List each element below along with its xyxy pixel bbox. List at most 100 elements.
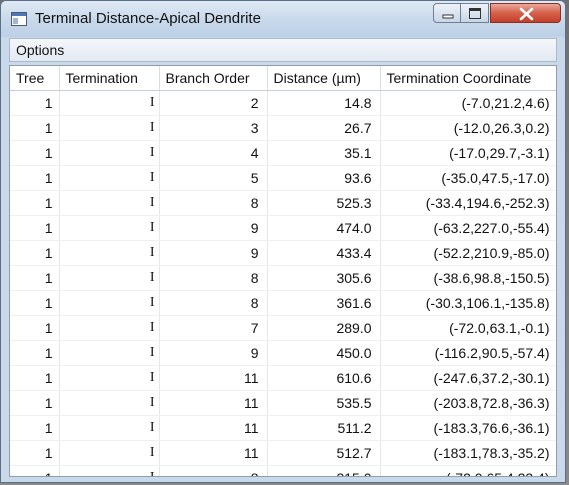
cell-tree: 1 (10, 140, 60, 166)
cell-branch-order: 7 (159, 315, 268, 341)
cell-distance: 93.6 (267, 165, 381, 191)
terminal-distance-table[interactable]: Tree Termination Branch Order Distance (… (9, 65, 557, 477)
close-icon (519, 7, 534, 21)
terminal-distance-window: Terminal Distance-Apical Dendrite Option… (0, 0, 566, 483)
cell-termination-coordinate: (-17.0,29.7,-3.1) (380, 140, 556, 166)
title-bar[interactable]: Terminal Distance-Apical Dendrite (1, 1, 565, 37)
table-row[interactable]: 1 I 11 512.7 (-183.1,78.3,-35.2) (10, 440, 556, 466)
table-row[interactable]: 1 I 7 289.0 (-72.0,63.1,-0.1) (10, 315, 556, 341)
cell-tree: 1 (10, 340, 60, 366)
table-row[interactable]: 1I8315.0(-72.0,65.4,23.4) (10, 465, 556, 476)
cell-termination: I (59, 390, 160, 416)
cell-distance: 511.2 (267, 415, 381, 441)
cell-branch-order: 8 (159, 465, 268, 476)
cell-tree: 1 (10, 240, 60, 266)
cell-distance: 610.6 (267, 365, 381, 391)
cell-branch-order: 8 (159, 190, 268, 216)
column-header-distance[interactable]: Distance (µm) (267, 66, 381, 91)
table-row[interactable]: 1 I 8 525.3 (-33.4,194.6,-252.3) (10, 190, 556, 216)
cell-tree: 1 (10, 415, 60, 441)
table-header-row: Tree Termination Branch Order Distance (… (10, 66, 556, 91)
minimize-icon (442, 14, 454, 19)
table-row[interactable]: 1 I 9 450.0 (-116.2,90.5,-57.4) (10, 340, 556, 366)
cell-termination-coordinate: (-38.6,98.8,-150.5) (380, 265, 556, 291)
cell-termination: I (59, 190, 160, 216)
cell-tree: 1 (10, 390, 60, 416)
cell-termination-coordinate: (-7.0,21.2,4.6) (380, 90, 556, 116)
maximize-icon (469, 8, 481, 19)
cell-branch-order: 8 (159, 265, 268, 291)
table-row[interactable]: 1 I 8 305.6 (-38.6,98.8,-150.5) (10, 265, 556, 291)
cell-tree: 1 (10, 315, 60, 341)
cell-termination-coordinate: (-52.2,210.9,-85.0) (380, 240, 556, 266)
table-row[interactable]: 1 I 11 511.2 (-183.3,76.6,-36.1) (10, 415, 556, 441)
window-title: Terminal Distance-Apical Dendrite (35, 10, 261, 27)
cell-termination-coordinate: (-116.2,90.5,-57.4) (380, 340, 556, 366)
column-header-tree[interactable]: Tree (10, 66, 60, 91)
cell-termination-coordinate: (-203.8,72.8,-36.3) (380, 390, 556, 416)
cell-distance: 305.6 (267, 265, 381, 291)
cell-termination-coordinate: (-247.6,37.2,-30.1) (380, 365, 556, 391)
cell-distance: 512.7 (267, 440, 381, 466)
column-header-branch-order[interactable]: Branch Order (159, 66, 268, 91)
table-row[interactable]: 1 I 9 474.0 (-63.2,227.0,-55.4) (10, 215, 556, 241)
cell-distance: 525.3 (267, 190, 381, 216)
cell-termination-coordinate: (-72.0,63.1,-0.1) (380, 315, 556, 341)
table-row[interactable]: 1 I 8 361.6 (-30.3,106.1,-135.8) (10, 290, 556, 316)
cell-termination-coordinate: (-35.0,47.5,-17.0) (380, 165, 556, 191)
table-row[interactable]: 1 I 11 535.5 (-203.8,72.8,-36.3) (10, 390, 556, 416)
cell-tree: 1 (10, 290, 60, 316)
cell-termination: I (59, 440, 160, 466)
cell-branch-order: 4 (159, 140, 268, 166)
cell-distance: 315.0 (267, 465, 381, 476)
cell-tree: 1 (10, 115, 60, 141)
cell-tree: 1 (10, 190, 60, 216)
cell-termination: I (59, 265, 160, 291)
table-row[interactable]: 1 I 5 93.6 (-35.0,47.5,-17.0) (10, 165, 556, 191)
cell-termination-coordinate: (-183.3,76.6,-36.1) (380, 415, 556, 441)
column-header-termination[interactable]: Termination (59, 66, 160, 91)
cell-distance: 361.6 (267, 290, 381, 316)
cell-branch-order: 11 (159, 390, 268, 416)
cell-termination: I (59, 240, 160, 266)
cell-distance: 474.0 (267, 215, 381, 241)
close-button[interactable] (490, 3, 561, 23)
table-row[interactable]: 1 I 11 610.6 (-247.6,37.2,-30.1) (10, 365, 556, 391)
table-row[interactable]: 1 I 3 26.7 (-12.0,26.3,0.2) (10, 115, 556, 141)
cell-branch-order: 8 (159, 290, 268, 316)
cell-branch-order: 5 (159, 165, 268, 191)
cell-termination: I (59, 415, 160, 441)
cell-tree: 1 (10, 215, 60, 241)
table-row[interactable]: 1 I 2 14.8 (-7.0,21.2,4.6) (10, 90, 556, 116)
cell-distance: 26.7 (267, 115, 381, 141)
minimize-button[interactable] (433, 3, 461, 23)
cell-termination: I (59, 465, 160, 476)
cell-distance: 35.1 (267, 140, 381, 166)
cell-branch-order: 11 (159, 415, 268, 441)
cell-distance: 535.5 (267, 390, 381, 416)
cell-termination: I (59, 115, 160, 141)
maximize-button[interactable] (461, 3, 489, 23)
cell-distance: 433.4 (267, 240, 381, 266)
menu-options[interactable]: Options (16, 42, 64, 58)
cell-distance: 450.0 (267, 340, 381, 366)
table-row[interactable]: 1 I 9 433.4 (-52.2,210.9,-85.0) (10, 240, 556, 266)
cell-tree: 1 (10, 90, 60, 116)
cell-termination-coordinate: (-33.4,194.6,-252.3) (380, 190, 556, 216)
menu-bar: Options (9, 38, 557, 62)
app-window-icon (11, 12, 27, 26)
column-header-termination-coordinate[interactable]: Termination Coordinate (380, 66, 556, 91)
cell-termination: I (59, 365, 160, 391)
cell-branch-order: 11 (159, 365, 268, 391)
cell-branch-order: 2 (159, 90, 268, 116)
cell-termination-coordinate: (-63.2,227.0,-55.4) (380, 215, 556, 241)
cell-termination: I (59, 290, 160, 316)
cell-branch-order: 3 (159, 115, 268, 141)
cell-termination-coordinate: (-183.1,78.3,-35.2) (380, 440, 556, 466)
cell-distance: 14.8 (267, 90, 381, 116)
cell-termination-coordinate: (-12.0,26.3,0.2) (380, 115, 556, 141)
cell-branch-order: 9 (159, 240, 268, 266)
table-row[interactable]: 1 I 4 35.1 (-17.0,29.7,-3.1) (10, 140, 556, 166)
cell-tree: 1 (10, 265, 60, 291)
cell-termination: I (59, 165, 160, 191)
